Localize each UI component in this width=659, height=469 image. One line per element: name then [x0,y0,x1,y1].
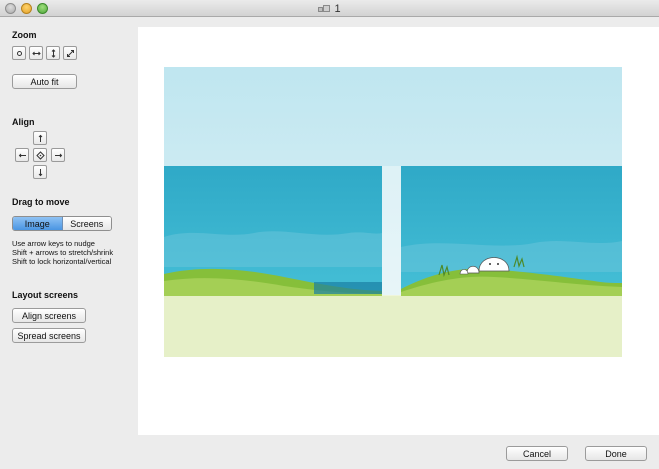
center-icon [35,150,45,160]
spread-screens-button[interactable]: Spread screens [12,328,86,343]
align-section-title: Align [12,117,35,127]
segment-screens[interactable]: Screens [62,217,111,230]
display-arrangement-icon [318,5,331,12]
align-right-button[interactable] [51,148,65,162]
zoom-actual-button[interactable] [12,46,26,60]
fit-diagonal-button[interactable] [63,46,77,60]
title-bar: 1 [0,0,659,17]
zoom-section-title: Zoom [12,30,37,40]
align-screens-button[interactable]: Align screens [12,308,86,323]
layout-section-title: Layout screens [12,290,79,300]
fit-width-button[interactable] [29,46,43,60]
hint-stretch: Shift + arrows to stretch/shrink [12,248,114,257]
auto-fit-button[interactable]: Auto fit [12,74,77,89]
screen-left-water [314,282,382,294]
preview-canvas[interactable] [138,27,659,435]
segment-image[interactable]: Image [13,217,63,230]
drag-mode-segmented-control: Image Screens [12,216,112,231]
done-button[interactable]: Done [585,446,647,461]
align-left-button[interactable] [15,148,29,162]
title-wrap: 1 [0,0,659,17]
wallpaper-preview[interactable] [164,67,622,357]
image-ground [164,295,622,357]
sidebar: Zoom Auto fit Align Drag to move Image S… [0,17,137,469]
fit-diagonal-icon [66,49,74,57]
fit-height-icon [51,48,55,58]
arrow-left-icon [18,153,26,157]
screen-left[interactable] [164,166,382,296]
align-up-button[interactable] [33,131,47,145]
fit-height-button[interactable] [46,46,60,60]
screen-left-waves [164,231,382,267]
hint-lock: Shift to lock horizontal/vertical [12,257,112,266]
screen-right[interactable] [401,166,622,296]
arrow-up-icon [38,134,42,142]
arrow-down-icon [38,168,42,176]
fit-width-icon [31,51,41,55]
app-window: 1 Zoom Auto fit Align Drag to move Image… [0,0,659,469]
hint-nudge: Use arrow keys to nudge [12,239,95,248]
cancel-button[interactable]: Cancel [506,446,568,461]
align-center-button[interactable] [33,148,47,162]
window-title: 1 [334,2,341,15]
align-down-button[interactable] [33,165,47,179]
zoom-actual-icon [16,50,22,56]
screen-right-waves [401,241,622,272]
arrow-right-icon [54,153,62,157]
drag-section-title: Drag to move [12,197,70,207]
